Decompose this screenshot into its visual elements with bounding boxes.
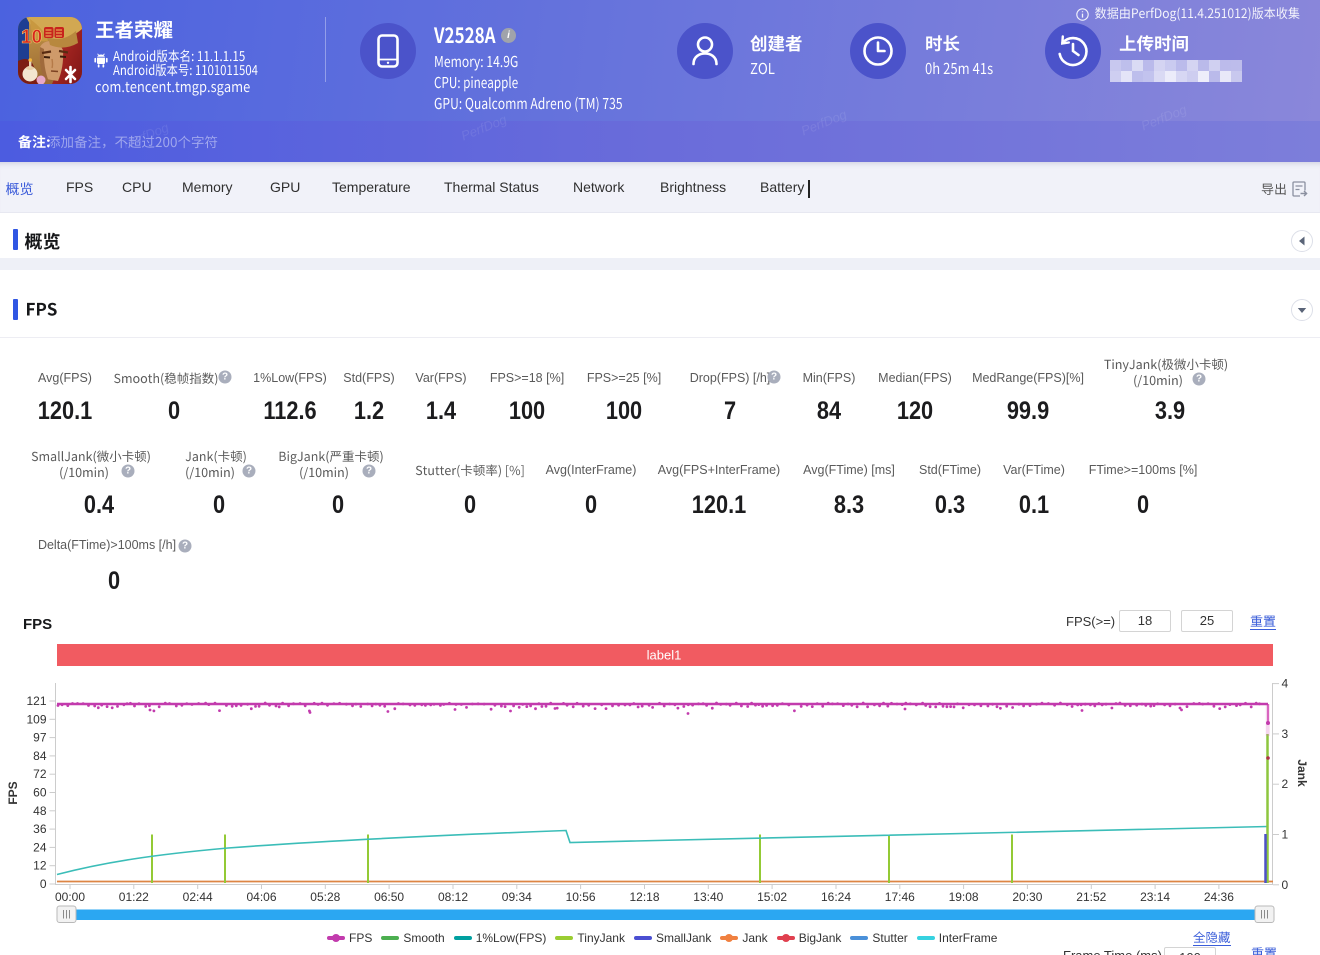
svg-text:02:44: 02:44 — [183, 890, 213, 904]
svg-text:FPS: FPS — [6, 781, 20, 804]
svg-text:13:40: 13:40 — [693, 890, 723, 904]
svg-text:19:08: 19:08 — [949, 890, 979, 904]
svg-text:84: 84 — [33, 749, 47, 763]
svg-text:08:12: 08:12 — [438, 890, 468, 904]
svg-text:21:52: 21:52 — [1076, 890, 1106, 904]
svg-text:121: 121 — [26, 694, 46, 708]
svg-text:12: 12 — [33, 859, 47, 873]
svg-text:0: 0 — [1282, 878, 1289, 892]
svg-text:109: 109 — [26, 712, 46, 726]
svg-text:1: 1 — [1282, 828, 1289, 842]
svg-text:72: 72 — [33, 767, 47, 781]
svg-text:16:24: 16:24 — [821, 890, 851, 904]
svg-text:00:00: 00:00 — [55, 890, 85, 904]
svg-text:97: 97 — [33, 731, 47, 745]
svg-text:10:56: 10:56 — [566, 890, 596, 904]
svg-text:0: 0 — [40, 877, 47, 891]
svg-text:label1: label1 — [647, 648, 682, 663]
svg-text:12:18: 12:18 — [629, 890, 659, 904]
svg-text:24:36: 24:36 — [1204, 890, 1234, 904]
svg-text:60: 60 — [33, 786, 47, 800]
svg-text:10: 10 — [21, 27, 42, 48]
svg-text:05:28: 05:28 — [310, 890, 340, 904]
svg-text:15:02: 15:02 — [757, 890, 787, 904]
svg-text:36: 36 — [33, 822, 47, 836]
svg-text:24: 24 — [33, 840, 47, 854]
svg-text:01:22: 01:22 — [119, 890, 149, 904]
svg-text:20:30: 20:30 — [1012, 890, 1042, 904]
svg-text:3: 3 — [1282, 727, 1289, 741]
svg-text:17:46: 17:46 — [885, 890, 915, 904]
svg-text:Jank: Jank — [1295, 759, 1309, 787]
svg-text:23:14: 23:14 — [1140, 890, 1170, 904]
svg-text:2: 2 — [1282, 777, 1289, 791]
svg-text:09:34: 09:34 — [502, 890, 532, 904]
svg-text:4: 4 — [1282, 677, 1289, 691]
svg-text:48: 48 — [33, 804, 47, 818]
svg-text:04:06: 04:06 — [246, 890, 276, 904]
svg-text:06:50: 06:50 — [374, 890, 404, 904]
